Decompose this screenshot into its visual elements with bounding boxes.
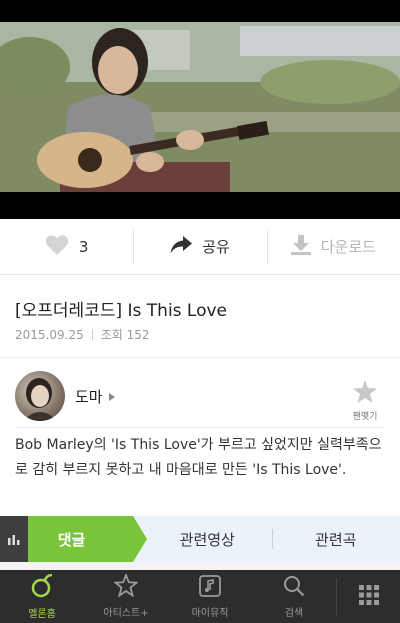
- nav-my-music[interactable]: 마이뮤직: [168, 570, 252, 623]
- video-frame[interactable]: [0, 22, 400, 192]
- share-label: 공유: [202, 238, 230, 256]
- nav-artist-plus-label: 아티스트+: [103, 608, 149, 619]
- star-icon: [353, 380, 377, 407]
- content-tabs: 댓글 관련영상 관련곡: [0, 516, 400, 562]
- action-bar: 3 공유 다운로드: [0, 219, 400, 275]
- tab-comments[interactable]: 댓글: [0, 516, 147, 562]
- share-arrow-icon: [170, 235, 193, 258]
- video-date: 2015.09.25: [15, 327, 84, 342]
- video-thumbnail: [0, 22, 400, 192]
- video-title: [오프더레코드] Is This Love: [15, 301, 228, 321]
- heart-icon: [45, 234, 69, 260]
- section-divider: [0, 357, 400, 358]
- artist-avatar[interactable]: [15, 371, 65, 421]
- tab-related-videos[interactable]: 관련영상: [133, 516, 272, 562]
- nav-more-menu[interactable]: [336, 578, 400, 615]
- video-letterbox-bottom: [0, 192, 400, 219]
- tab-related-songs-label: 관련곡: [315, 530, 357, 549]
- share-button[interactable]: 공유: [133, 219, 266, 274]
- video-letterbox-top: [0, 0, 400, 22]
- music-note-icon: [199, 574, 221, 601]
- download-icon: [290, 234, 311, 259]
- melon-icon: [31, 573, 53, 602]
- fan-button[interactable]: 팬맺기: [348, 380, 382, 422]
- like-button[interactable]: 3: [0, 219, 133, 274]
- search-icon: [283, 575, 305, 601]
- bottom-navigation: 멜론홈 아티스트+ 마이뮤직 검색: [0, 562, 400, 623]
- nav-my-music-label: 마이뮤직: [191, 607, 229, 619]
- video-views: 조회 152: [100, 328, 150, 342]
- artist-divider: [15, 427, 385, 428]
- video-description: Bob Marley의 'Is This Love'가 부르고 싶었지만 실력부…: [15, 437, 382, 478]
- nav-melon-home[interactable]: 멜론홈: [0, 570, 84, 623]
- nav-search-label: 검색: [284, 607, 304, 619]
- nav-search[interactable]: 검색: [252, 570, 336, 623]
- tab-related-videos-label: 관련영상: [179, 530, 235, 549]
- chevron-right-icon: [108, 392, 115, 401]
- download-label: 다운로드: [320, 238, 376, 256]
- nav-artist-plus[interactable]: 아티스트+: [84, 570, 168, 623]
- grid-menu-icon: [358, 584, 379, 609]
- star-outline-icon: [113, 572, 139, 601]
- video-meta: 2015.09.25 조회 152: [15, 326, 150, 343]
- tab-related-songs[interactable]: 관련곡: [271, 516, 400, 562]
- like-count: 3: [78, 237, 89, 256]
- video-player[interactable]: [0, 0, 400, 219]
- download-button[interactable]: 다운로드: [266, 219, 400, 274]
- meta-divider: [91, 329, 93, 340]
- bar-chart-icon: [0, 516, 28, 562]
- fan-label: 팬맺기: [352, 412, 378, 422]
- artist-link[interactable]: 도마: [75, 386, 115, 407]
- nav-melon-home-label: 멜론홈: [28, 608, 56, 620]
- tab-comments-label: 댓글: [57, 530, 86, 549]
- artist-name: 도마: [75, 388, 103, 406]
